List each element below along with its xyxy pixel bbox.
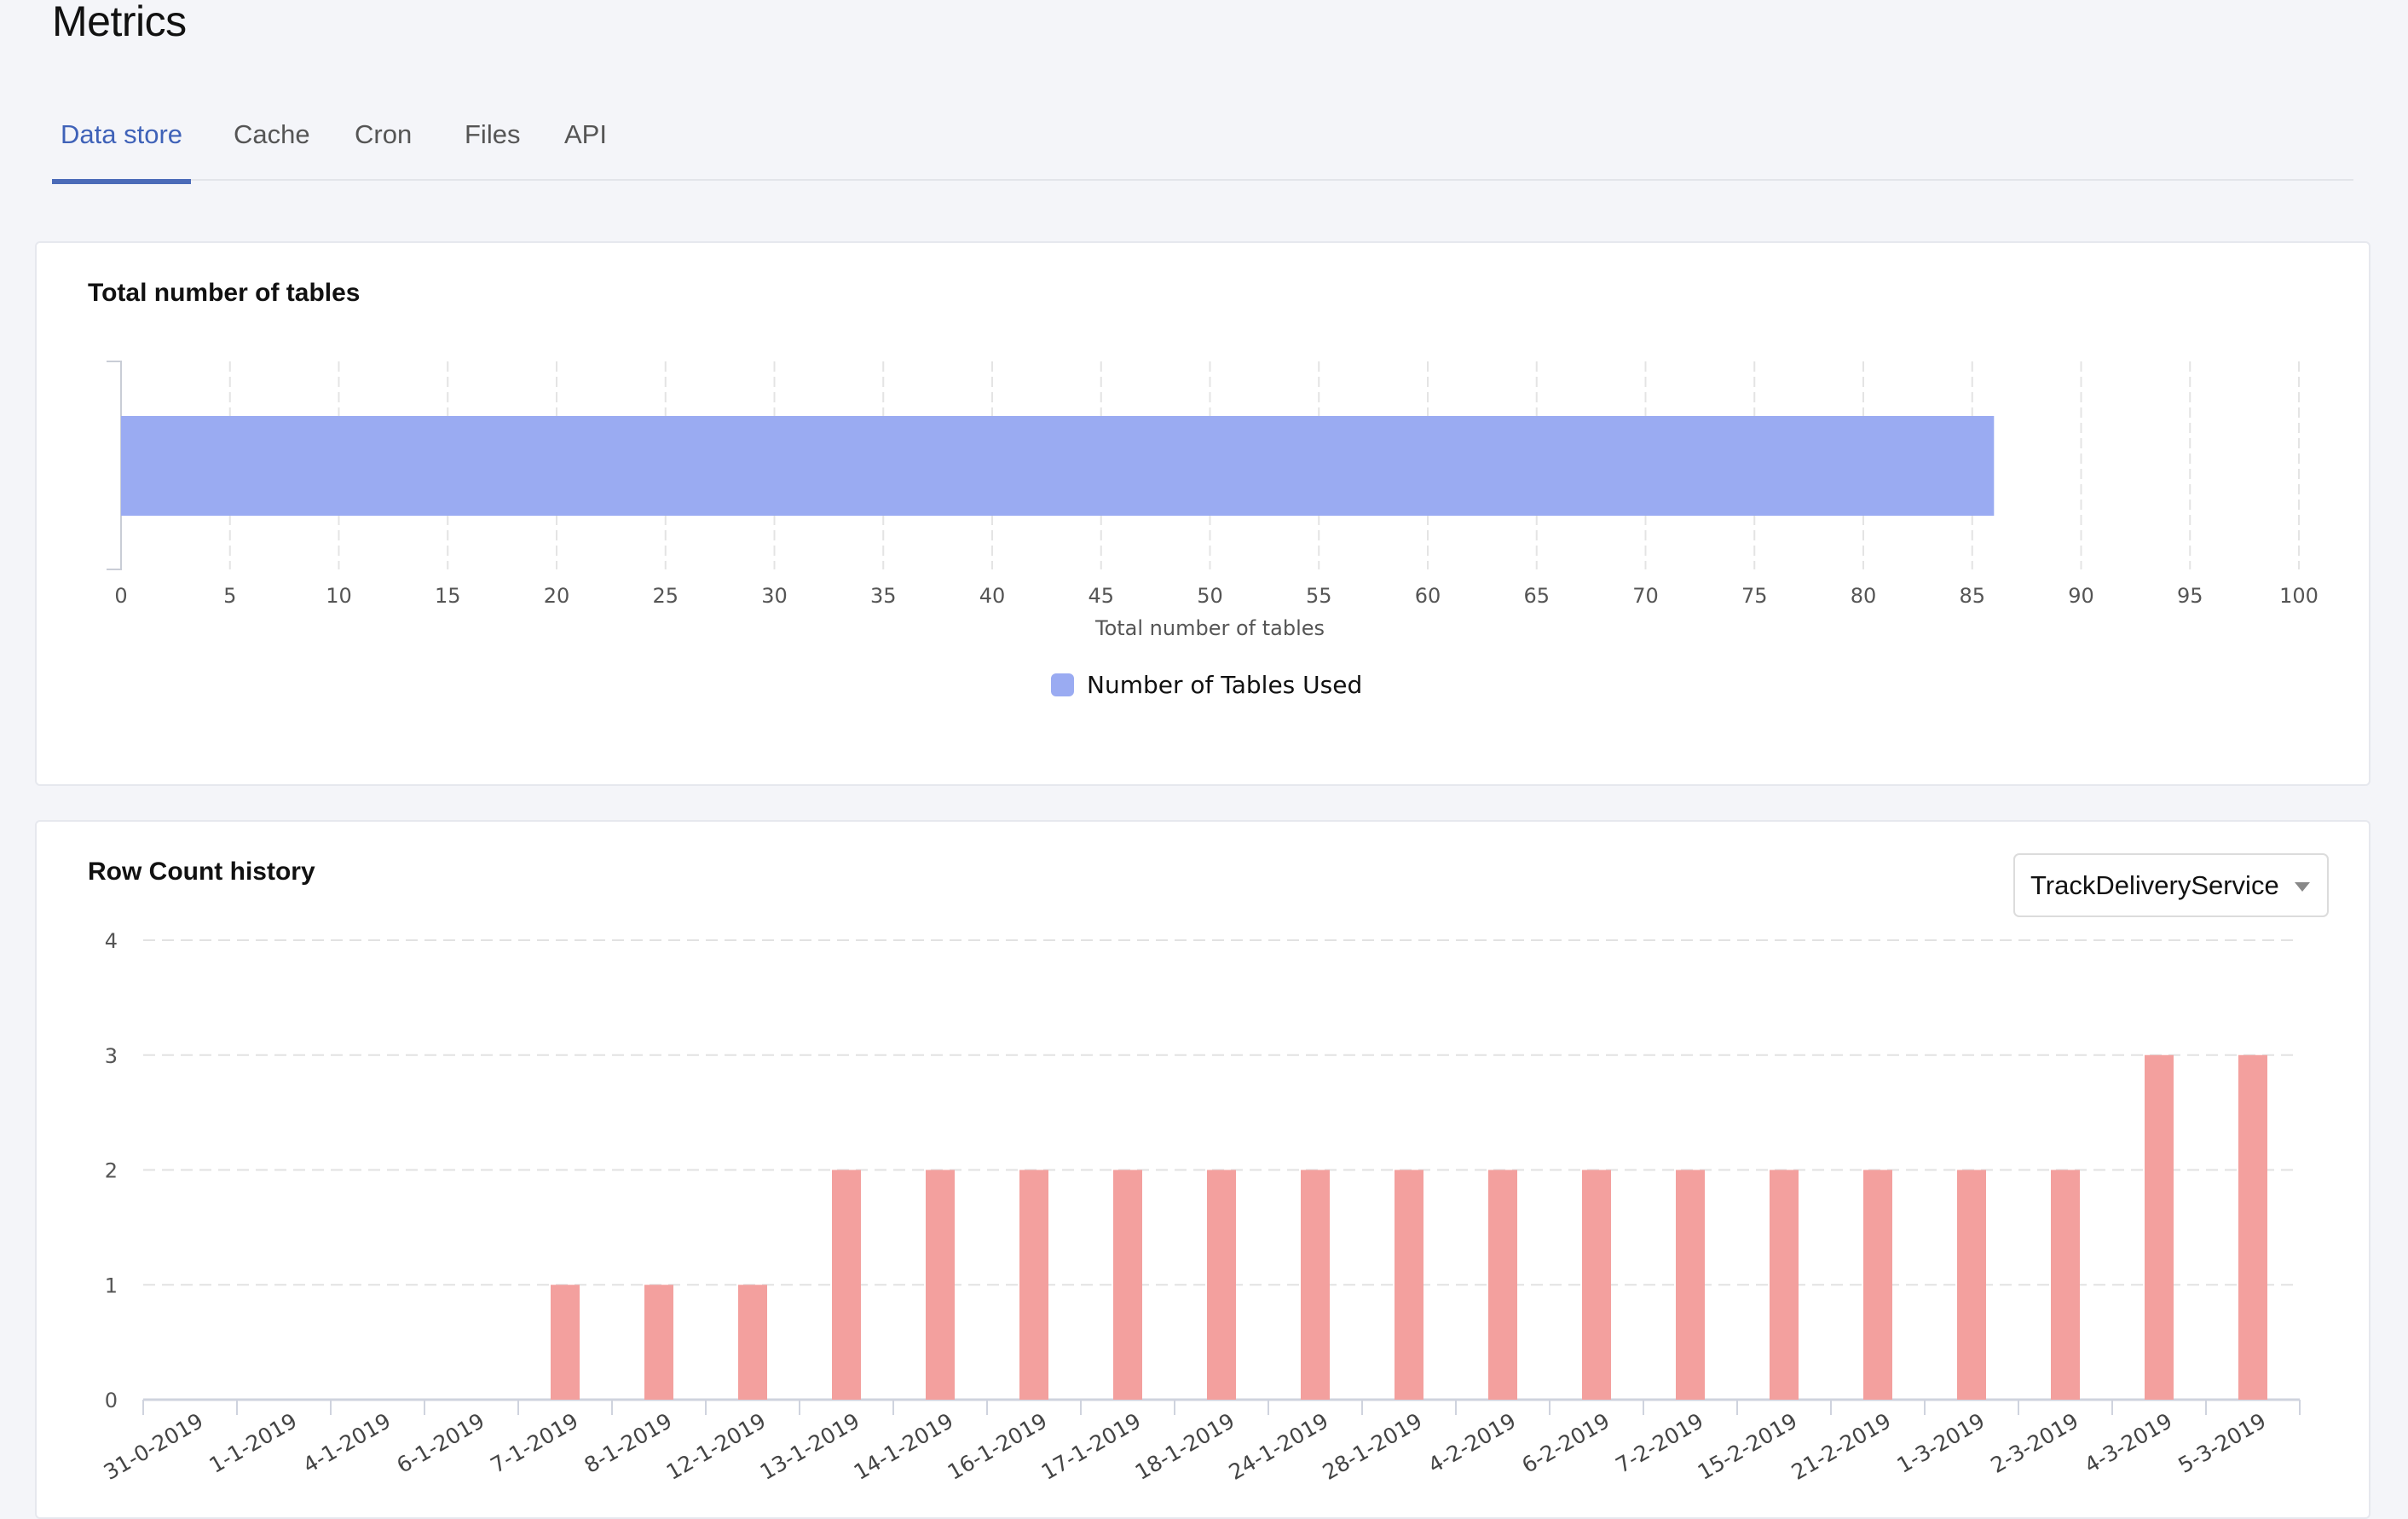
row-count-bar (1019, 1170, 1048, 1400)
row-count-bar (1207, 1170, 1236, 1400)
x-tick-label: 16-1-2019 (944, 1408, 1052, 1485)
x-tick-label: 6-1-2019 (393, 1408, 489, 1478)
x-tick-label: 1-3-2019 (1893, 1408, 1989, 1478)
row-count-bar (1770, 1170, 1799, 1400)
row-count-chart: 0123431-0-20191-1-20194-1-20196-1-20197-… (100, 929, 2301, 1485)
row-count-bar (2238, 1054, 2267, 1400)
row-count-bar (1957, 1170, 1986, 1400)
row-count-bar (1488, 1170, 1517, 1400)
row-count-bar (1863, 1170, 1892, 1400)
y-tick-label: 3 (105, 1044, 118, 1068)
x-tick-label: 28-1-2019 (1319, 1408, 1427, 1485)
y-tick-label: 1 (105, 1274, 118, 1297)
x-tick-label: 7-1-2019 (487, 1408, 583, 1478)
x-tick-label: 7-2-2019 (1612, 1408, 1708, 1478)
row-count-bar (926, 1170, 955, 1400)
x-tick-label: 14-1-2019 (850, 1408, 958, 1485)
x-tick-label: 5-3-2019 (2174, 1408, 2271, 1478)
x-tick-label: 12-1-2019 (662, 1408, 771, 1485)
x-tick-label: 17-1-2019 (1037, 1408, 1146, 1485)
x-tick-label: 4-1-2019 (299, 1408, 396, 1478)
x-tick-label: 4-3-2019 (2081, 1408, 2177, 1478)
x-tick-label: 21-2-2019 (1787, 1408, 1896, 1485)
x-tick-label: 15-2-2019 (1694, 1408, 1802, 1485)
row-count-bar (2051, 1170, 2080, 1400)
y-tick-label: 0 (105, 1389, 118, 1412)
row-count-bar (1582, 1170, 1611, 1400)
x-tick-label: 1-1-2019 (205, 1408, 302, 1478)
y-tick-label: 2 (105, 1159, 118, 1183)
x-tick-label: 2-3-2019 (1987, 1408, 2083, 1478)
x-tick-label: 13-1-2019 (756, 1408, 864, 1485)
row-count-bar (644, 1285, 673, 1400)
x-tick-label: 18-1-2019 (1131, 1408, 1239, 1485)
row-count-bar (832, 1170, 861, 1400)
row-count-bar (738, 1285, 767, 1400)
row-count-bar (2145, 1054, 2174, 1400)
row-count-bar (1676, 1170, 1705, 1400)
x-tick-label: 4-2-2019 (1424, 1408, 1521, 1478)
row-count-bar (1113, 1170, 1142, 1400)
x-tick-label: 31-0-2019 (100, 1408, 208, 1485)
x-tick-label: 6-2-2019 (1518, 1408, 1614, 1478)
row-count-bar (551, 1285, 580, 1400)
row-count-bar (1301, 1170, 1330, 1400)
x-tick-label: 24-1-2019 (1225, 1408, 1333, 1485)
x-tick-label: 8-1-2019 (580, 1408, 677, 1478)
row-count-bar (1395, 1170, 1423, 1400)
y-tick-label: 4 (105, 929, 118, 953)
